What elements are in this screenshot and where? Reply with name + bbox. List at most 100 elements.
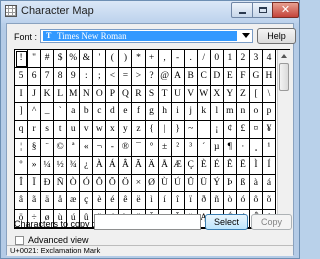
- character-cell[interactable]: Æ: [171, 156, 185, 175]
- character-cell[interactable]: î: [171, 192, 185, 211]
- character-cell[interactable]: è: [93, 192, 107, 211]
- character-cell[interactable]: »: [28, 156, 42, 175]
- character-cell[interactable]: Õ: [106, 174, 120, 193]
- character-cell[interactable]: Þ: [223, 174, 237, 193]
- character-cell[interactable]: ¾: [67, 156, 81, 175]
- character-cell[interactable]: ¿: [80, 156, 94, 175]
- character-cell[interactable]: &: [80, 50, 94, 68]
- character-cell[interactable]: i: [171, 103, 185, 122]
- character-cell[interactable]: `: [54, 103, 68, 122]
- character-cell[interactable]: ]: [15, 103, 29, 122]
- character-cell[interactable]: Å: [158, 156, 172, 175]
- character-cell[interactable]: ä: [41, 192, 55, 211]
- character-cell[interactable]: s: [41, 121, 55, 139]
- advanced-view-checkbox[interactable]: [15, 236, 24, 245]
- character-cell[interactable]: 3: [249, 50, 263, 68]
- minimize-button[interactable]: [231, 2, 253, 18]
- character-cell[interactable]: ^: [28, 103, 42, 122]
- character-cell[interactable]: ß: [236, 174, 250, 193]
- character-cell[interactable]: |: [158, 121, 172, 139]
- character-cell[interactable]: -: [171, 50, 185, 68]
- character-cell[interactable]: x: [106, 121, 120, 139]
- character-cell[interactable]: Ó: [80, 174, 94, 193]
- character-cell[interactable]: ¼: [41, 156, 55, 175]
- character-cell[interactable]: ¸: [249, 138, 263, 157]
- character-cell[interactable]: Ø: [145, 174, 159, 193]
- character-cell[interactable]: p: [262, 103, 276, 122]
- character-cell[interactable]: u: [67, 121, 81, 139]
- character-cell[interactable]: ³: [184, 138, 198, 157]
- character-cell[interactable]: ó: [236, 192, 250, 211]
- character-cell[interactable]: _: [41, 103, 55, 122]
- character-cell[interactable]: @: [158, 67, 172, 86]
- character-cell[interactable]: ô: [249, 192, 263, 211]
- character-cell[interactable]: *: [132, 50, 146, 68]
- character-cell[interactable]: µ: [210, 138, 224, 157]
- character-cell[interactable]: ç: [80, 192, 94, 211]
- character-cell[interactable]: %: [67, 50, 81, 68]
- character-cell[interactable]: J: [28, 85, 42, 104]
- character-cell[interactable]: I: [15, 85, 29, 104]
- character-cell[interactable]: Ð: [41, 174, 55, 193]
- character-cell[interactable]: ~: [184, 121, 198, 139]
- character-cell[interactable]: É: [210, 156, 224, 175]
- character-cell[interactable]: a: [67, 103, 81, 122]
- character-cell[interactable]: 2: [236, 50, 250, 68]
- character-cell[interactable]: Ã: [132, 156, 146, 175]
- character-cell[interactable]: O: [93, 85, 107, 104]
- character-cell[interactable]: Ñ: [54, 174, 68, 193]
- character-cell[interactable]: f: [132, 103, 146, 122]
- character-cell[interactable]: õ: [262, 192, 276, 211]
- character-cell[interactable]: R: [132, 85, 146, 104]
- title-bar[interactable]: Character Map ✕: [1, 1, 299, 23]
- character-cell[interactable]: ;: [93, 67, 107, 86]
- character-cell[interactable]: È: [197, 156, 211, 175]
- character-cell[interactable]: ò: [223, 192, 237, 211]
- character-cell[interactable]: ã: [28, 192, 42, 211]
- character-cell[interactable]: +: [145, 50, 159, 68]
- character-cell[interactable]: ª: [67, 138, 81, 157]
- character-cell[interactable]: ´: [197, 138, 211, 157]
- character-cell[interactable]: {: [145, 121, 159, 139]
- character-cell[interactable]: z: [132, 121, 146, 139]
- character-cell[interactable]: Á: [106, 156, 120, 175]
- character-cell[interactable]: Ò: [67, 174, 81, 193]
- character-cell[interactable]: 0: [210, 50, 224, 68]
- character-cell[interactable]: º: [15, 156, 29, 175]
- character-cell[interactable]: í: [158, 192, 172, 211]
- character-cell[interactable]: y: [119, 121, 133, 139]
- character-cell[interactable]: U: [171, 85, 185, 104]
- character-cell[interactable]: >: [132, 67, 146, 86]
- character-cell[interactable]: g: [145, 103, 159, 122]
- character-cell[interactable]: B: [184, 67, 198, 86]
- character-cell[interactable]: 8: [54, 67, 68, 86]
- character-cell[interactable]: Z: [236, 85, 250, 104]
- character-cell[interactable]: ·: [236, 138, 250, 157]
- character-cell[interactable]: :: [80, 67, 94, 86]
- character-cell[interactable]: ): [119, 50, 133, 68]
- character-cell[interactable]: X: [210, 85, 224, 104]
- character-cell[interactable]: Ü: [197, 174, 211, 193]
- character-cell[interactable]: e: [119, 103, 133, 122]
- character-cell[interactable]: °: [145, 138, 159, 157]
- character-cell[interactable]: ê: [119, 192, 133, 211]
- character-cell[interactable]: Ï: [28, 174, 42, 193]
- character-cell[interactable]: å: [54, 192, 68, 211]
- character-cell[interactable]: v: [80, 121, 94, 139]
- copy-button[interactable]: Copy: [251, 214, 292, 230]
- character-cell[interactable]: #: [41, 50, 55, 68]
- character-cell[interactable]: æ: [67, 192, 81, 211]
- character-cell[interactable]: À: [93, 156, 107, 175]
- character-cell[interactable]: 9: [67, 67, 81, 86]
- scroll-up-icon[interactable]: [278, 50, 290, 62]
- character-cell[interactable]: m: [223, 103, 237, 122]
- character-cell[interactable]: t: [54, 121, 68, 139]
- character-cell[interactable]: ¬: [93, 138, 107, 157]
- character-cell[interactable]: W: [197, 85, 211, 104]
- scroll-thumb[interactable]: [279, 63, 289, 91]
- character-cell[interactable]: ': [93, 50, 107, 68]
- character-cell[interactable]: Ú: [171, 174, 185, 193]
- character-cell[interactable]: [: [249, 85, 263, 104]
- character-cell[interactable]: M: [67, 85, 81, 104]
- character-cell[interactable]: G: [249, 67, 263, 86]
